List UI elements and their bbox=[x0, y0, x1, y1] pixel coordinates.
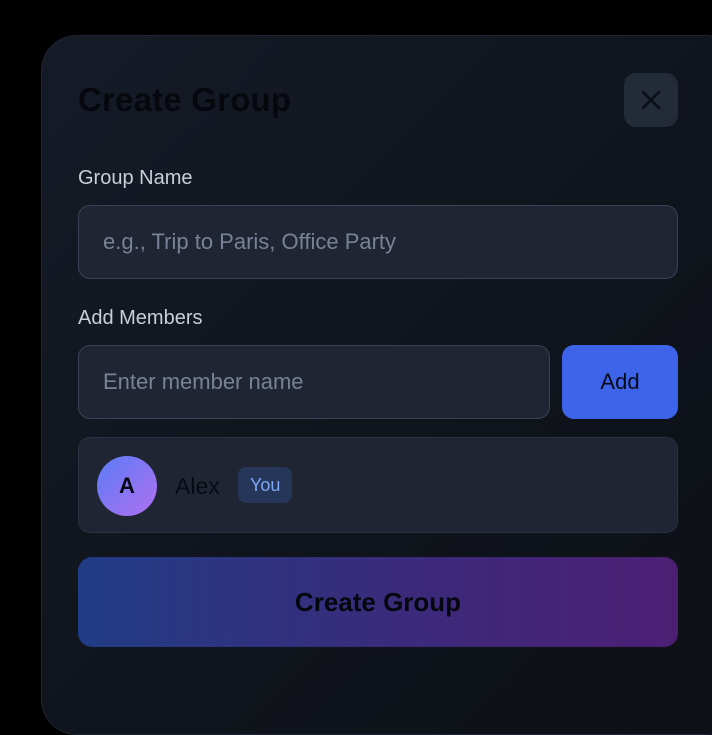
modal-title: Create Group bbox=[78, 81, 292, 118]
members-list: A Alex You bbox=[78, 437, 678, 533]
group-name-input[interactable] bbox=[78, 205, 678, 279]
you-badge: You bbox=[238, 467, 293, 503]
member-name: Alex bbox=[175, 473, 220, 499]
group-name-label: Group Name bbox=[78, 167, 193, 189]
create-group-modal: Create Group Group Name Add Members Add … bbox=[41, 35, 712, 735]
close-button[interactable] bbox=[624, 73, 678, 127]
create-group-button[interactable]: Create Group bbox=[78, 557, 678, 647]
member-name-input[interactable] bbox=[78, 345, 550, 419]
avatar: A bbox=[97, 456, 157, 516]
add-members-label: Add Members bbox=[78, 307, 203, 329]
close-icon bbox=[641, 90, 661, 110]
add-member-button[interactable]: Add bbox=[562, 345, 678, 419]
